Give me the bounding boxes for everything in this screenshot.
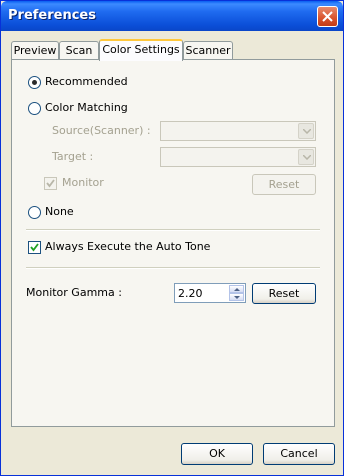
none-radio[interactable] xyxy=(28,206,41,219)
monitor-gamma-label: Monitor Gamma : xyxy=(26,286,122,299)
tab-scan[interactable]: Scan xyxy=(59,41,99,60)
target-dropdown[interactable] xyxy=(160,147,316,167)
chevron-down-icon xyxy=(234,296,240,299)
reset-color-matching-button[interactable]: Reset xyxy=(252,174,316,195)
chevron-down-icon xyxy=(303,155,311,160)
recommended-label[interactable]: Recommended xyxy=(45,75,128,88)
separator xyxy=(26,229,320,231)
check-icon xyxy=(46,179,55,188)
spin-down-button[interactable] xyxy=(229,293,244,301)
reset-gamma-button[interactable]: Reset xyxy=(252,283,316,304)
auto-tone-checkbox[interactable] xyxy=(28,241,41,254)
source-dropdown-button[interactable] xyxy=(298,123,314,139)
color-matching-label[interactable]: Color Matching xyxy=(45,101,128,114)
monitor-gamma-spinner[interactable]: 2.20 xyxy=(174,283,246,303)
recommended-radio[interactable] xyxy=(28,76,41,89)
target-dropdown-button[interactable] xyxy=(298,149,314,165)
window-title: Preferences xyxy=(8,8,96,23)
cancel-button[interactable]: Cancel xyxy=(263,443,335,465)
spin-buttons xyxy=(229,285,244,301)
close-icon xyxy=(322,11,333,22)
separator xyxy=(26,267,320,269)
monitor-checkbox[interactable] xyxy=(44,177,57,190)
monitor-gamma-value[interactable]: 2.20 xyxy=(178,287,203,300)
none-label[interactable]: None xyxy=(45,205,74,218)
source-label: Source(Scanner) : xyxy=(52,124,151,137)
monitor-label[interactable]: Monitor xyxy=(62,176,104,189)
source-dropdown[interactable] xyxy=(160,121,316,141)
tab-color-settings[interactable]: Color Settings xyxy=(99,39,183,61)
tab-preview[interactable]: Preview xyxy=(11,41,59,60)
color-settings-panel: Recommended Color Matching Source(Scanne… xyxy=(11,59,335,427)
chevron-down-icon xyxy=(303,129,311,134)
target-label: Target : xyxy=(52,150,94,163)
chevron-up-icon xyxy=(234,288,240,291)
auto-tone-label[interactable]: Always Execute the Auto Tone xyxy=(45,240,210,253)
ok-button[interactable]: OK xyxy=(181,443,253,465)
tab-scanner[interactable]: Scanner xyxy=(183,41,233,60)
title-bar[interactable]: Preferences xyxy=(1,1,343,31)
close-button[interactable] xyxy=(317,6,338,27)
preferences-window: Preferences Preview Scan Color Settings … xyxy=(0,0,344,476)
color-matching-radio[interactable] xyxy=(28,102,41,115)
check-icon xyxy=(30,243,39,252)
spin-up-button[interactable] xyxy=(229,285,244,293)
